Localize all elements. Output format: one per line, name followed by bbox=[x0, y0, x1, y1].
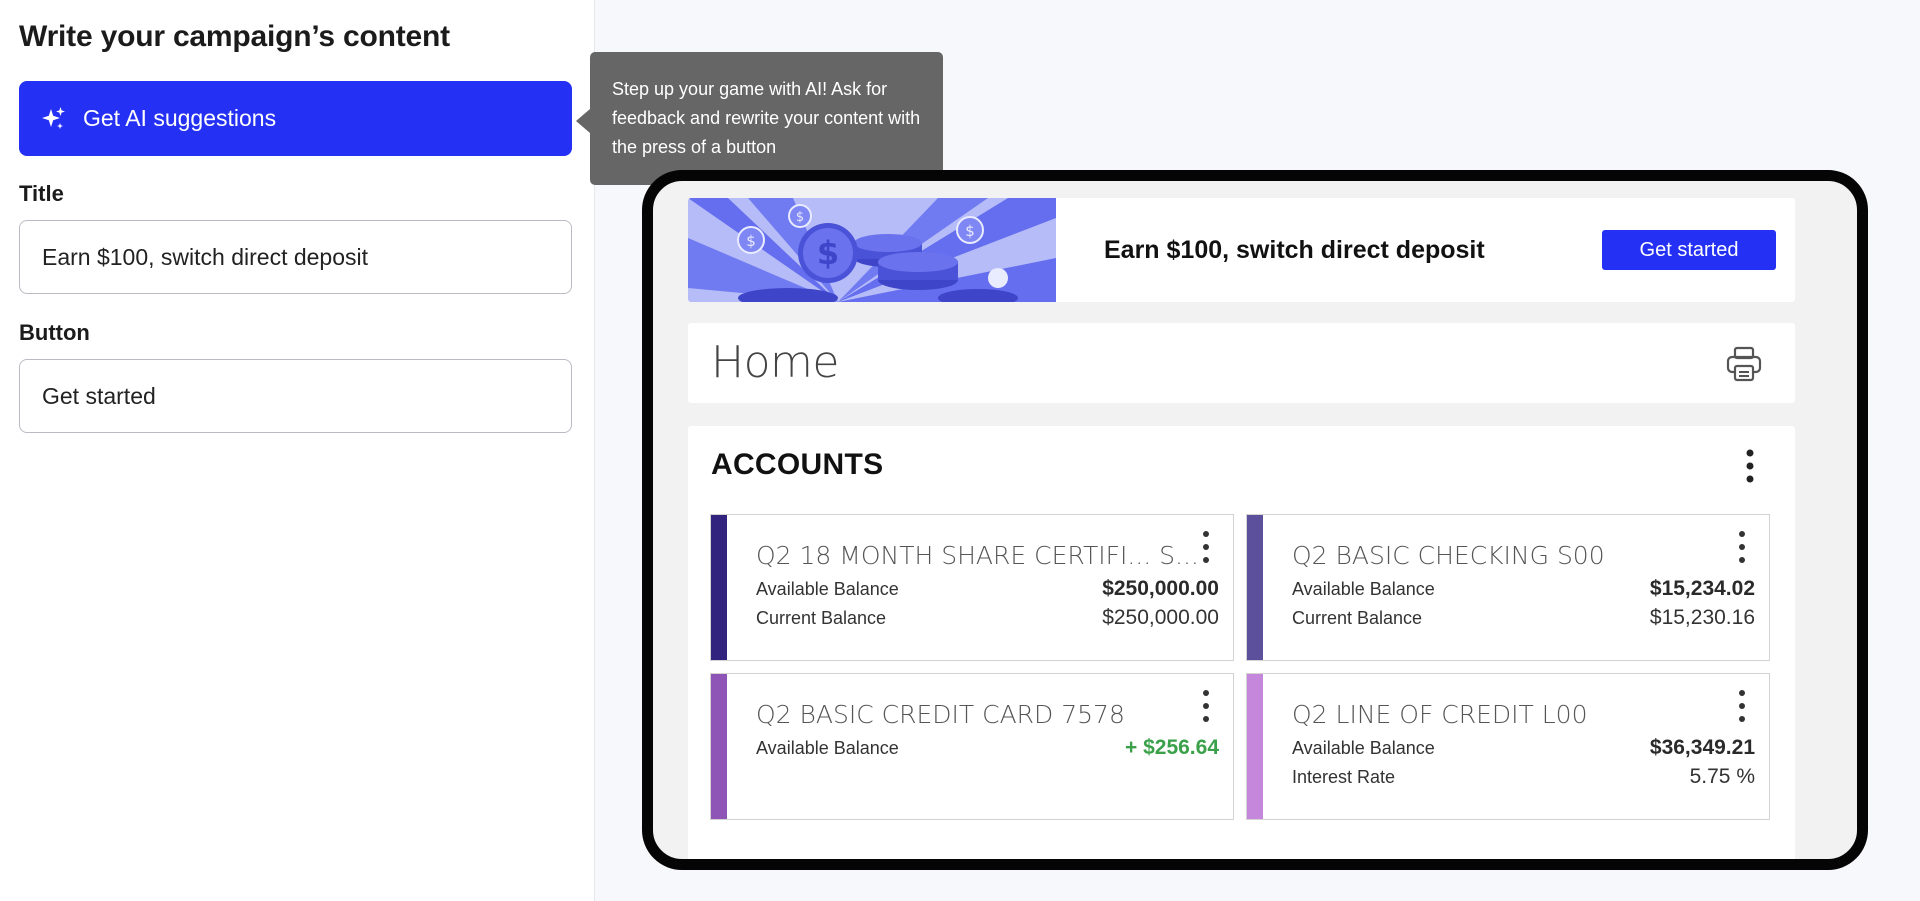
account-tile[interactable]: Q2 BASIC CREDIT CARD 7578 Available Bala… bbox=[710, 673, 1234, 820]
row-value: + $256.64 bbox=[1124, 736, 1219, 759]
button-text-input[interactable] bbox=[19, 359, 572, 433]
banner-title: Earn $100, switch direct deposit bbox=[1104, 236, 1485, 264]
accounts-widget: ACCOUNTS Q2 18 MONTH SHARE CERTIFI... S.… bbox=[688, 426, 1795, 859]
banner-get-started-button[interactable]: Get started bbox=[1602, 230, 1776, 270]
title-input[interactable] bbox=[19, 220, 572, 294]
home-header: Home bbox=[688, 323, 1795, 403]
row-value: $250,000.00 bbox=[1102, 577, 1219, 600]
account-color-stripe bbox=[711, 515, 727, 660]
svg-text:$: $ bbox=[965, 222, 975, 240]
home-title: Home bbox=[711, 337, 839, 388]
device-preview: $ $ $ $ Earn $100, switch direct deposit… bbox=[642, 170, 1868, 870]
row-label: Available Balance bbox=[756, 738, 899, 758]
accounts-title: ACCOUNTS bbox=[711, 448, 884, 481]
ai-suggestions-tooltip: Step up your game with AI! Ask for feedb… bbox=[576, 52, 943, 185]
svg-text:$: $ bbox=[817, 234, 839, 272]
ai-button-label: Get AI suggestions bbox=[83, 105, 277, 131]
account-color-stripe bbox=[1247, 674, 1263, 819]
campaign-editor-panel: Write your campaign’s content Get AI sug… bbox=[0, 0, 595, 901]
row-value: 5.75 % bbox=[1689, 765, 1755, 788]
account-name: Q2 BASIC CHECKING S00 bbox=[1292, 541, 1605, 570]
row-value: $15,230.16 bbox=[1649, 606, 1755, 629]
get-ai-suggestions-button[interactable]: Get AI suggestions bbox=[19, 81, 572, 156]
more-vertical-icon[interactable] bbox=[1201, 688, 1211, 724]
row-value: $36,349.21 bbox=[1649, 736, 1755, 759]
coins-illustration: $ $ $ $ bbox=[688, 198, 1056, 302]
row-label: Available Balance bbox=[1292, 738, 1435, 758]
svg-text:$: $ bbox=[796, 210, 804, 225]
account-row: Available Balance + $256.64 bbox=[756, 736, 1219, 760]
tooltip-text: Step up your game with AI! Ask for feedb… bbox=[612, 79, 921, 157]
account-color-stripe bbox=[1247, 515, 1263, 660]
row-label: Available Balance bbox=[756, 579, 899, 599]
more-vertical-icon[interactable] bbox=[1737, 688, 1747, 724]
account-row: Available Balance $15,234.02 bbox=[1292, 577, 1755, 601]
title-field-label: Title bbox=[19, 181, 64, 206]
editor-heading: Write your campaign’s content bbox=[19, 20, 450, 53]
row-value: $250,000.00 bbox=[1102, 606, 1219, 629]
account-row: Current Balance $15,230.16 bbox=[1292, 606, 1755, 630]
sparkle-icon bbox=[42, 106, 65, 129]
row-label: Current Balance bbox=[756, 608, 887, 628]
account-name: Q2 18 MONTH SHARE CERTIFI... S... bbox=[756, 541, 1199, 570]
account-row: Interest Rate 5.75 % bbox=[1292, 765, 1755, 789]
account-tile[interactable]: Q2 BASIC CHECKING S00 Available Balance … bbox=[1246, 514, 1770, 661]
row-label: Interest Rate bbox=[1292, 767, 1396, 787]
button-field-label: Button bbox=[19, 320, 90, 345]
account-row: Current Balance $250,000.00 bbox=[756, 606, 1219, 630]
account-color-stripe bbox=[711, 674, 727, 819]
more-vertical-icon[interactable] bbox=[1201, 529, 1211, 565]
row-label: Available Balance bbox=[1292, 579, 1435, 599]
account-tile[interactable]: Q2 18 MONTH SHARE CERTIFI... S... Availa… bbox=[710, 514, 1234, 661]
preview-screen: $ $ $ $ Earn $100, switch direct deposit… bbox=[653, 181, 1857, 859]
campaign-banner: $ $ $ $ Earn $100, switch direct deposit… bbox=[688, 198, 1795, 302]
account-name: Q2 BASIC CREDIT CARD 7578 bbox=[756, 700, 1125, 729]
printer-icon[interactable] bbox=[1725, 345, 1763, 383]
more-vertical-icon[interactable] bbox=[1743, 446, 1757, 486]
svg-text:$: $ bbox=[746, 232, 756, 250]
row-label: Current Balance bbox=[1292, 608, 1423, 628]
row-value: $15,234.02 bbox=[1649, 577, 1755, 600]
account-name: Q2 LINE OF CREDIT L00 bbox=[1292, 700, 1588, 729]
more-vertical-icon[interactable] bbox=[1737, 529, 1747, 565]
account-tile[interactable]: Q2 LINE OF CREDIT L00 Available Balance … bbox=[1246, 673, 1770, 820]
account-row: Available Balance $36,349.21 bbox=[1292, 736, 1755, 760]
account-row: Available Balance $250,000.00 bbox=[756, 577, 1219, 601]
